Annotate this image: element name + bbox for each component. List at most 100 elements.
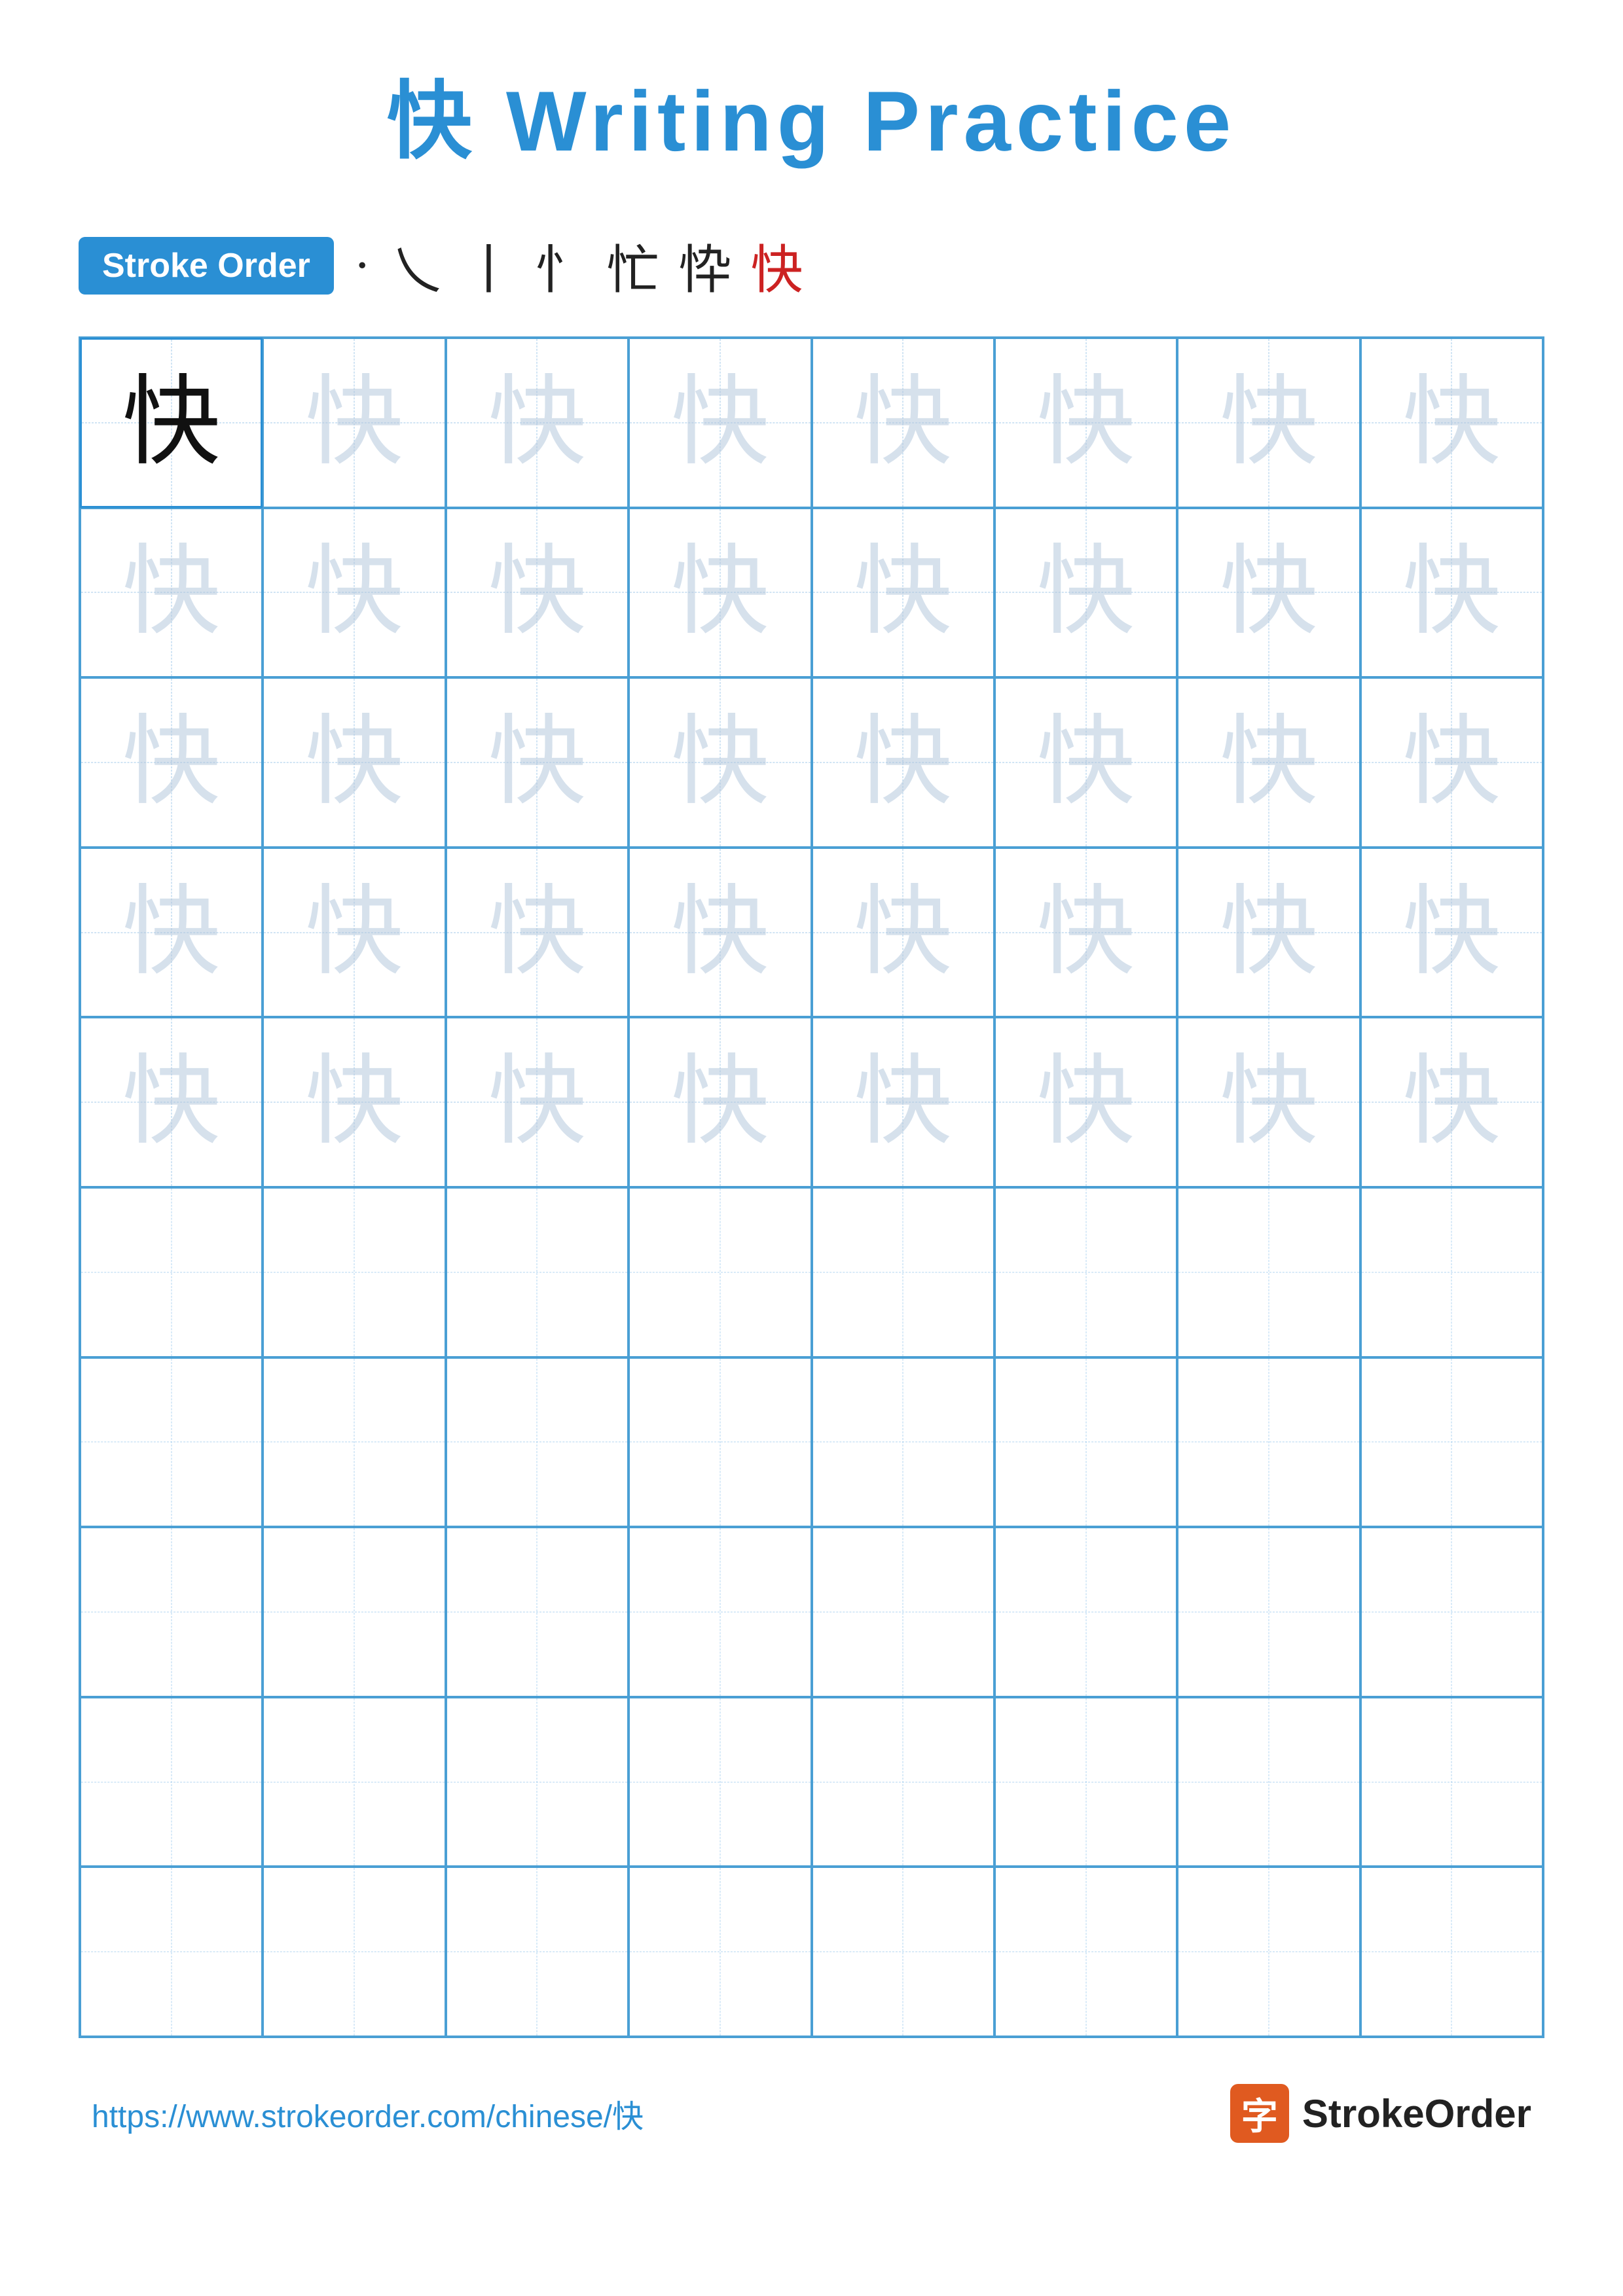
- grid-cell-r6c8[interactable]: [1360, 1187, 1543, 1357]
- grid-cell-r7c7[interactable]: [1177, 1357, 1360, 1528]
- grid-cell-r6c4[interactable]: [629, 1187, 811, 1357]
- grid-cell-r10c6[interactable]: [994, 1867, 1177, 2037]
- grid-cell-r10c3[interactable]: [446, 1867, 629, 2037]
- grid-cell-r3c1[interactable]: 快: [80, 677, 263, 848]
- grid-cell-r9c5[interactable]: [812, 1697, 994, 1867]
- grid-cell-r4c4[interactable]: 快: [629, 848, 811, 1018]
- grid-cell-r4c6[interactable]: 快: [994, 848, 1177, 1018]
- grid-cell-r1c6[interactable]: 快: [994, 338, 1177, 508]
- char-guide: 快: [305, 1053, 403, 1151]
- grid-cell-r2c8[interactable]: 快: [1360, 508, 1543, 678]
- stroke-seq-3: 丨: [463, 228, 522, 304]
- grid-cell-r3c8[interactable]: 快: [1360, 677, 1543, 848]
- grid-cell-r8c3[interactable]: [446, 1527, 629, 1697]
- grid-cell-r5c8[interactable]: 快: [1360, 1017, 1543, 1187]
- grid-cell-r7c8[interactable]: [1360, 1357, 1543, 1528]
- grid-cell-r7c3[interactable]: [446, 1357, 629, 1528]
- grid-cell-r1c2[interactable]: 快: [263, 338, 445, 508]
- grid-cell-r10c4[interactable]: [629, 1867, 811, 2037]
- char-guide: 快: [1037, 713, 1135, 812]
- grid-cell-r5c1[interactable]: 快: [80, 1017, 263, 1187]
- grid-cell-r5c4[interactable]: 快: [629, 1017, 811, 1187]
- stroke-seq-2: 乀: [391, 228, 450, 304]
- grid-cell-r4c1[interactable]: 快: [80, 848, 263, 1018]
- grid-cell-r1c8[interactable]: 快: [1360, 338, 1543, 508]
- grid-cell-r3c6[interactable]: 快: [994, 677, 1177, 848]
- grid-cell-r6c6[interactable]: [994, 1187, 1177, 1357]
- footer-url: https://www.strokeorder.com/chinese/快: [92, 2090, 644, 2136]
- grid-cell-r2c4[interactable]: 快: [629, 508, 811, 678]
- grid-cell-r8c7[interactable]: [1177, 1527, 1360, 1697]
- page-title: 快 Writing Practice: [79, 52, 1544, 175]
- stroke-seq-5: 忙: [607, 228, 666, 304]
- grid-cell-r3c7[interactable]: 快: [1177, 677, 1360, 848]
- grid-cell-r6c5[interactable]: [812, 1187, 994, 1357]
- grid-cell-r4c2[interactable]: 快: [263, 848, 445, 1018]
- grid-cell-r6c3[interactable]: [446, 1187, 629, 1357]
- grid-cell-r2c2[interactable]: 快: [263, 508, 445, 678]
- grid-cell-r8c1[interactable]: [80, 1527, 263, 1697]
- grid-cell-r7c6[interactable]: [994, 1357, 1177, 1528]
- grid-cell-r1c3[interactable]: 快: [446, 338, 629, 508]
- grid-cell-r10c7[interactable]: [1177, 1867, 1360, 2037]
- grid-cell-r7c2[interactable]: [263, 1357, 445, 1528]
- grid-cell-r8c4[interactable]: [629, 1527, 811, 1697]
- practice-grid: 快 快 快 快 快 快 快 快 快 快 快: [79, 336, 1544, 2038]
- grid-cell-r8c5[interactable]: [812, 1527, 994, 1697]
- grid-cell-r5c5[interactable]: 快: [812, 1017, 994, 1187]
- grid-cell-r9c8[interactable]: [1360, 1697, 1543, 1867]
- grid-cell-r10c2[interactable]: [263, 1867, 445, 2037]
- grid-cell-r4c3[interactable]: 快: [446, 848, 629, 1018]
- grid-cell-r6c1[interactable]: [80, 1187, 263, 1357]
- char-display: 快: [122, 374, 221, 472]
- grid-cell-r9c4[interactable]: [629, 1697, 811, 1867]
- grid-cell-r8c6[interactable]: [994, 1527, 1177, 1697]
- stroke-seq-4: 忄: [535, 228, 594, 304]
- grid-cell-r8c2[interactable]: [263, 1527, 445, 1697]
- grid-cell-r6c2[interactable]: [263, 1187, 445, 1357]
- grid-cell-r2c7[interactable]: 快: [1177, 508, 1360, 678]
- grid-cell-r6c7[interactable]: [1177, 1187, 1360, 1357]
- char-guide: 快: [1220, 713, 1318, 812]
- page: 快 Writing Practice Stroke Order · 乀 丨 忄 …: [0, 0, 1623, 2296]
- grid-cell-r5c3[interactable]: 快: [446, 1017, 629, 1187]
- grid-cell-r9c3[interactable]: [446, 1697, 629, 1867]
- grid-cell-r1c7[interactable]: 快: [1177, 338, 1360, 508]
- grid-cell-r1c1[interactable]: 快: [80, 338, 263, 508]
- char-guide: 快: [488, 884, 586, 982]
- grid-cell-r4c5[interactable]: 快: [812, 848, 994, 1018]
- grid-cell-r10c8[interactable]: [1360, 1867, 1543, 2037]
- grid-cell-r3c4[interactable]: 快: [629, 677, 811, 848]
- grid-cell-r8c8[interactable]: [1360, 1527, 1543, 1697]
- grid-cell-r9c7[interactable]: [1177, 1697, 1360, 1867]
- grid-cell-r3c2[interactable]: 快: [263, 677, 445, 848]
- grid-cell-r7c1[interactable]: [80, 1357, 263, 1528]
- char-guide: 快: [122, 713, 221, 812]
- grid-cell-r7c4[interactable]: [629, 1357, 811, 1528]
- grid-cell-r2c6[interactable]: 快: [994, 508, 1177, 678]
- grid-cell-r5c2[interactable]: 快: [263, 1017, 445, 1187]
- grid-cell-r2c5[interactable]: 快: [812, 508, 994, 678]
- char-guide: 快: [1220, 884, 1318, 982]
- grid-cell-r1c4[interactable]: 快: [629, 338, 811, 508]
- grid-cell-r5c7[interactable]: 快: [1177, 1017, 1360, 1187]
- brand-name: StrokeOrder: [1302, 2091, 1531, 2136]
- grid-cell-r1c5[interactable]: 快: [812, 338, 994, 508]
- grid-cell-r10c1[interactable]: [80, 1867, 263, 2037]
- grid-cell-r3c5[interactable]: 快: [812, 677, 994, 848]
- grid-cell-r9c6[interactable]: [994, 1697, 1177, 1867]
- grid-cell-r7c5[interactable]: [812, 1357, 994, 1528]
- char-guide: 快: [1220, 543, 1318, 641]
- char-guide: 快: [1402, 1053, 1501, 1151]
- grid-cell-r4c8[interactable]: 快: [1360, 848, 1543, 1018]
- grid-cell-r10c5[interactable]: [812, 1867, 994, 2037]
- grid-cell-r5c6[interactable]: 快: [994, 1017, 1177, 1187]
- grid-cell-r2c3[interactable]: 快: [446, 508, 629, 678]
- char-guide: 快: [854, 884, 952, 982]
- char-guide: 快: [1402, 713, 1501, 812]
- grid-cell-r4c7[interactable]: 快: [1177, 848, 1360, 1018]
- grid-cell-r9c2[interactable]: [263, 1697, 445, 1867]
- grid-cell-r2c1[interactable]: 快: [80, 508, 263, 678]
- grid-cell-r9c1[interactable]: [80, 1697, 263, 1867]
- grid-cell-r3c3[interactable]: 快: [446, 677, 629, 848]
